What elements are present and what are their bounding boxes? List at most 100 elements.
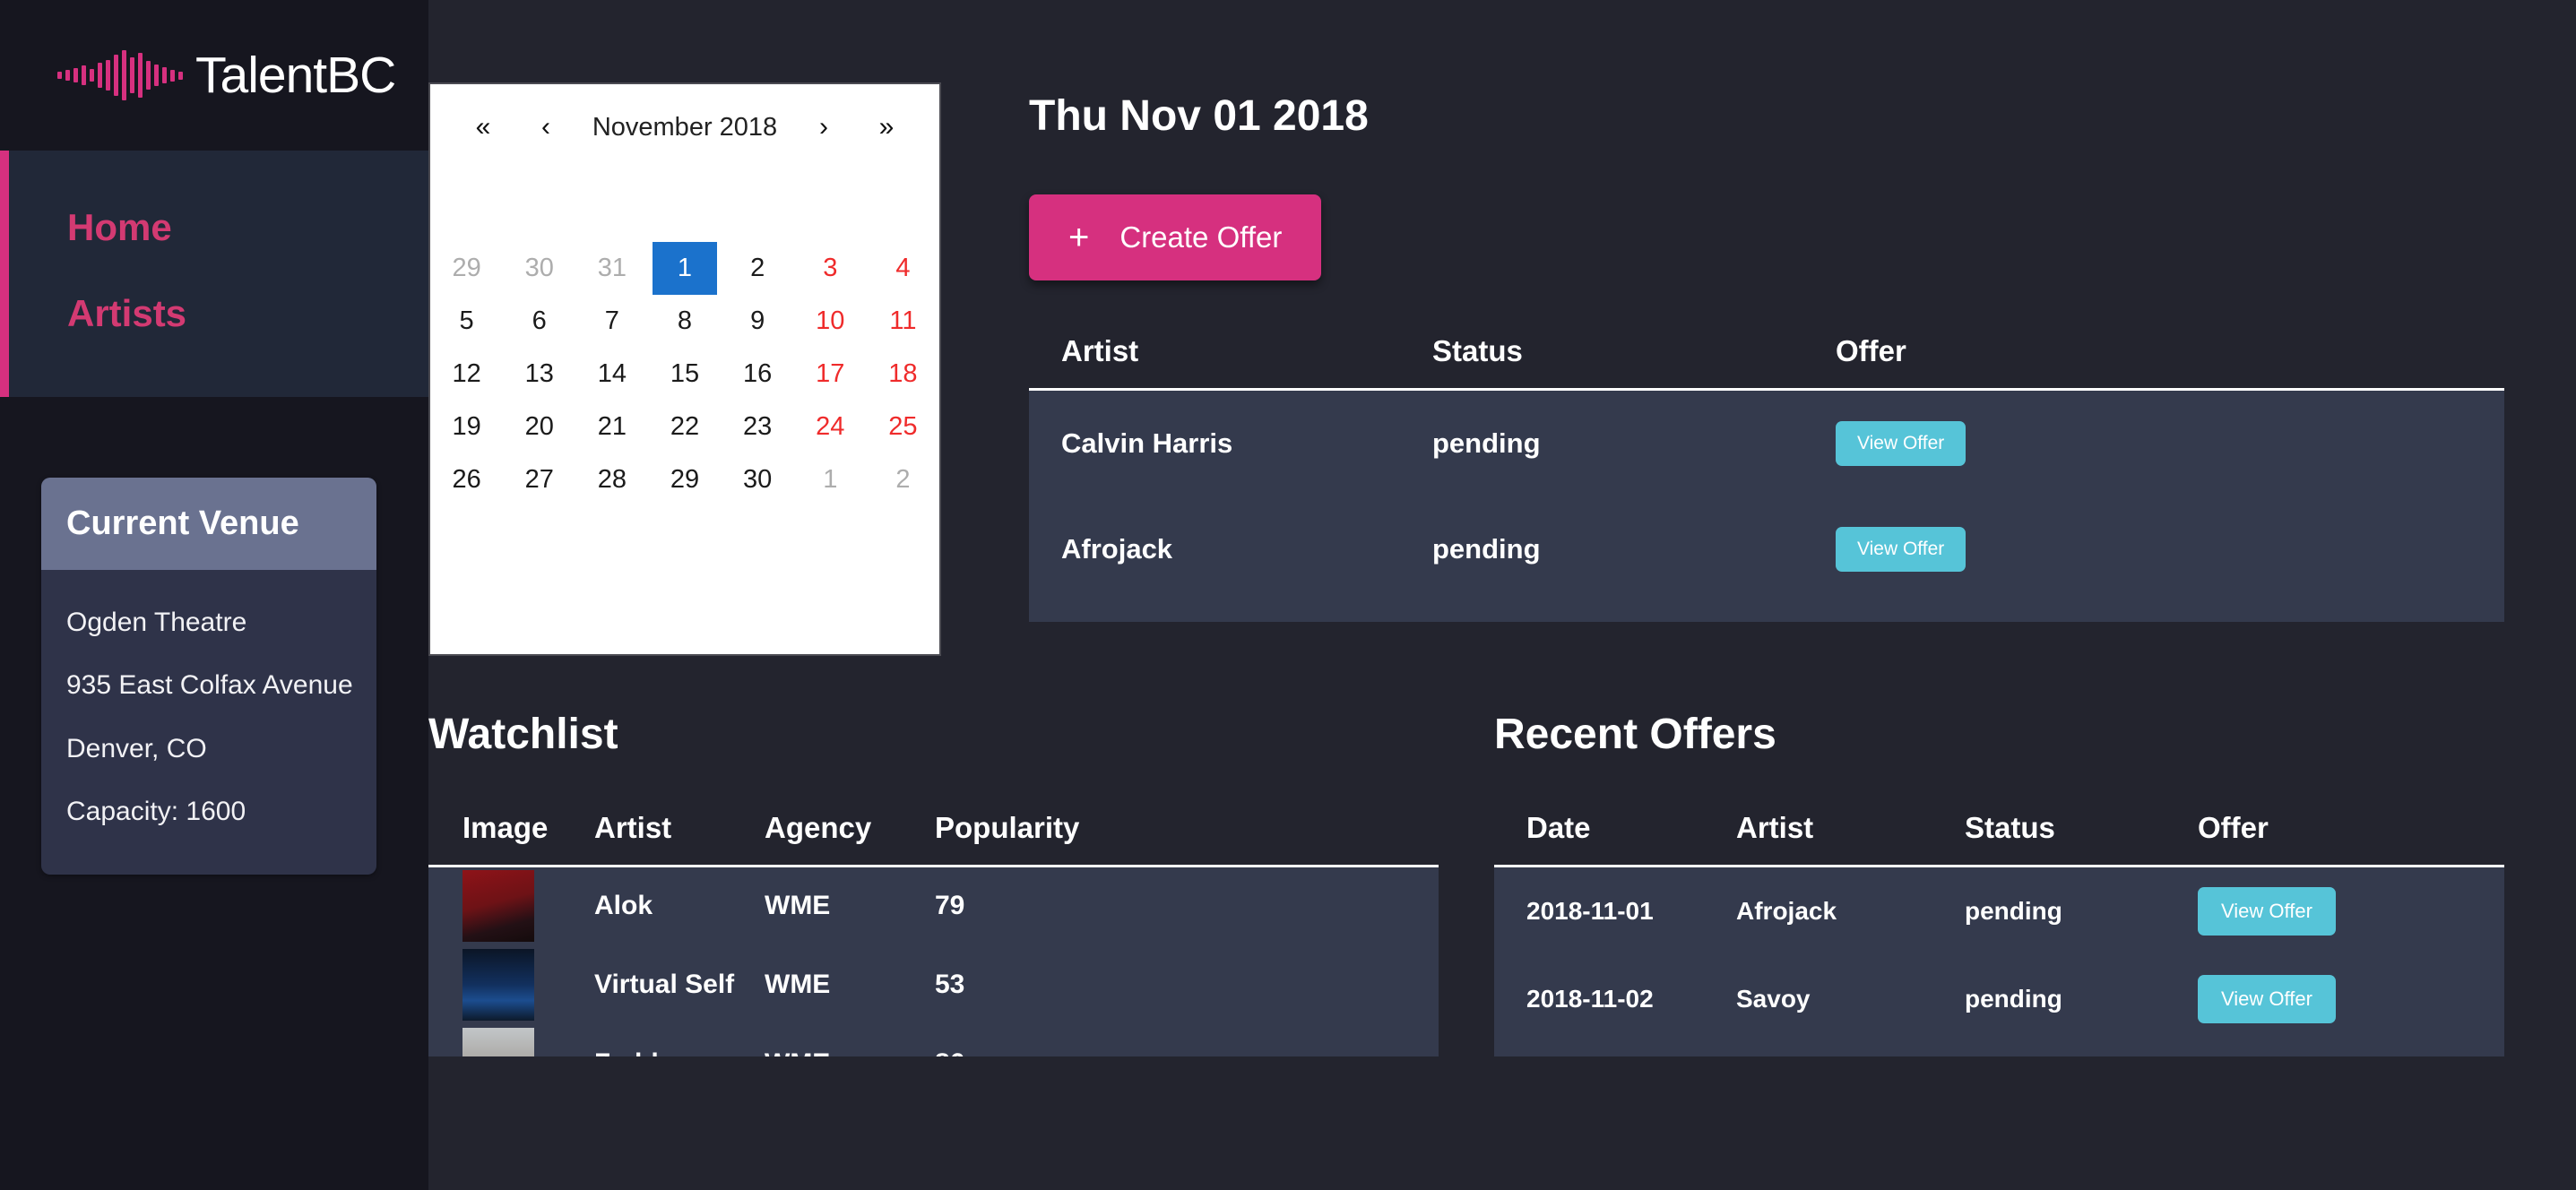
- calendar-day-cell[interactable]: 22: [648, 401, 721, 453]
- sidebar-item-artists[interactable]: Artists: [9, 271, 428, 357]
- view-offer-button[interactable]: View Offer: [2198, 975, 2336, 1023]
- cell-agency: WME: [765, 1024, 935, 1057]
- calendar-day-cell[interactable]: 21: [575, 401, 648, 453]
- column-offer: Offer: [1836, 320, 2504, 391]
- cell-popularity: 79: [935, 891, 965, 921]
- calendar-day-cell[interactable]: 29: [430, 242, 503, 295]
- cell-artist: Calvin Harris: [1061, 427, 1233, 459]
- column-offer: Offer: [2198, 797, 2504, 867]
- calendar-next-month-button[interactable]: ›: [792, 112, 855, 142]
- watchlist-table-head: Image Artist Agency Popularity: [428, 797, 1439, 867]
- cell-offer: View Offer: [1836, 390, 2504, 497]
- calendar-prev-month-button[interactable]: ‹: [514, 112, 577, 142]
- cell-image: [428, 945, 594, 1024]
- recent-offers-panel: Recent Offers Date Artist Status Offer 2…: [1494, 710, 2504, 1056]
- watchlist-table-body: AlokWME79Virtual SelfWME53ZeddWME86: [428, 866, 1439, 1057]
- calendar-day-cell[interactable]: 1: [794, 453, 867, 506]
- artist-thumbnail: [462, 1027, 534, 1056]
- sidebar: TalentBC Home Artists Current Venue Ogde…: [0, 0, 428, 1190]
- calendar-day-cell[interactable]: 28: [575, 453, 648, 506]
- calendar-day-cell[interactable]: 30: [722, 453, 794, 506]
- calendar-next-year-button[interactable]: »: [855, 112, 918, 142]
- cell-date: 2018-11-01: [1526, 897, 1654, 925]
- brand-name: TalentBC: [195, 46, 396, 104]
- calendar-month-title[interactable]: November 2018: [577, 113, 792, 142]
- column-artist: Artist: [1736, 797, 1965, 867]
- sidebar-nav: Home Artists: [0, 151, 428, 397]
- calendar-day-cell[interactable]: 18: [867, 348, 939, 401]
- calendar-day-cell[interactable]: 16: [722, 348, 794, 401]
- calendar-day-cell[interactable]: 12: [430, 348, 503, 401]
- page-title: Thu Nov 01 2018: [1029, 92, 1369, 140]
- day-panel: Thu Nov 01 2018 + Create Offer Artist St…: [941, 82, 2576, 656]
- waveform-icon: [57, 50, 183, 100]
- calendar-day-cell[interactable]: 14: [575, 348, 648, 401]
- calendar-day-cell[interactable]: 19: [430, 401, 503, 453]
- calendar-day-cell[interactable]: 11: [867, 295, 939, 348]
- calendar-day-cell[interactable]: 4: [867, 242, 939, 295]
- calendar-day-cell[interactable]: 15: [648, 348, 721, 401]
- view-offer-button[interactable]: View Offer: [1836, 527, 1967, 572]
- calendar-day-cell[interactable]: 29: [648, 453, 721, 506]
- cell-artist: Afrojack: [1736, 897, 1837, 925]
- day-offers-table-wrap: Artist Status Offer Calvin Harris pending…: [1029, 320, 2504, 622]
- calendar-day-cell[interactable]: 1: [652, 242, 717, 295]
- artist-thumbnail: [462, 948, 534, 1021]
- calendar-day-cell[interactable]: 2: [722, 242, 794, 295]
- calendar-day-cell[interactable]: 3: [794, 242, 867, 295]
- cell-status: pending: [1432, 533, 1541, 565]
- calendar-header: « ‹ November 2018 › »: [430, 84, 939, 170]
- table-header-row: Image Artist Agency Popularity: [428, 797, 1439, 867]
- calendar-day-cell[interactable]: 6: [503, 295, 575, 348]
- calendar-day-grid[interactable]: 29 30 31 1 2 3 4 5 6 7 8 9 10 11 12 13 14 15 16 17 18 19 20 21 2…: [430, 242, 939, 506]
- cell-agency: WME: [765, 969, 831, 999]
- sidebar-item-home[interactable]: Home: [9, 185, 428, 271]
- calendar-day-cell[interactable]: 7: [575, 295, 648, 348]
- cell-status: pending: [1432, 427, 1541, 459]
- brand-header: TalentBC: [0, 0, 428, 151]
- calendar-widget[interactable]: « ‹ November 2018 › » 29 30 31 1 2 3 4 5 6 7 8 9 10 1…: [428, 82, 941, 656]
- watchlist-panel: Watchlist Image Artist Agency Popularity…: [428, 710, 1439, 1056]
- calendar-day-cell[interactable]: 30: [503, 242, 575, 295]
- calendar-day-cell[interactable]: 5: [430, 295, 503, 348]
- calendar-day-cell[interactable]: 10: [794, 295, 867, 348]
- table-row: Afrojack pending View Offer: [1029, 496, 2504, 622]
- table-row[interactable]: Alok WME 79: [428, 867, 1439, 945]
- cell-image: [428, 1024, 594, 1056]
- column-status: Status: [1432, 320, 1836, 391]
- venue-capacity: Capacity: 1600: [66, 797, 246, 827]
- calendar-day-cell[interactable]: 2: [867, 453, 939, 506]
- calendar-day-cell[interactable]: 31: [575, 242, 648, 295]
- table-row[interactable]: ZeddWME86: [428, 1024, 1439, 1057]
- table-row[interactable]: Virtual Self WME 53: [428, 945, 1439, 1024]
- calendar-day-cell[interactable]: 26: [430, 453, 503, 506]
- view-offer-button[interactable]: View Offer: [2198, 887, 2336, 936]
- calendar-day-cell[interactable]: 17: [794, 348, 867, 401]
- calendar-day-cell[interactable]: 27: [503, 453, 575, 506]
- recent-offers-title: Recent Offers: [1494, 711, 1776, 758]
- calendar-day-cell[interactable]: 24: [794, 401, 867, 453]
- table-header-row: Date Artist Status Offer: [1494, 797, 2504, 867]
- cell-image: [428, 867, 594, 945]
- cell-artist: Zedd: [594, 1024, 765, 1057]
- calendar-day-cell[interactable]: 25: [867, 401, 939, 453]
- watchlist-title: Watchlist: [428, 711, 618, 758]
- calendar-day-cell[interactable]: 8: [648, 295, 721, 348]
- calendar-day-cell[interactable]: 23: [722, 401, 794, 453]
- cell-status: pending: [1965, 1043, 2198, 1056]
- calendar-day-cell[interactable]: 13: [503, 348, 575, 401]
- venue-city: Denver, CO: [66, 733, 207, 763]
- calendar-day-cell[interactable]: 20: [503, 401, 575, 453]
- calendar-prev-year-button[interactable]: «: [452, 112, 514, 142]
- cell-status: pending: [1965, 985, 2062, 1013]
- plus-icon: +: [1068, 218, 1090, 257]
- calendar-day-cell[interactable]: 9: [722, 295, 794, 348]
- view-offer-button[interactable]: View Offer: [1836, 421, 1967, 466]
- table-row: Calvin Harris pending View Offer: [1029, 390, 2504, 497]
- create-offer-button[interactable]: + Create Offer: [1029, 194, 1322, 280]
- column-artist: Artist: [1029, 320, 1432, 391]
- watchlist-body: Image Artist Agency Popularity Alok WME 79…: [428, 797, 1439, 1056]
- day-offers-table-body: Calvin Harris pending View Offer Afrojack pe…: [1029, 389, 2504, 622]
- create-offer-label: Create Offer: [1119, 220, 1283, 254]
- current-venue-details: Ogden Theatre 935 East Colfax Avenue Den…: [41, 570, 376, 875]
